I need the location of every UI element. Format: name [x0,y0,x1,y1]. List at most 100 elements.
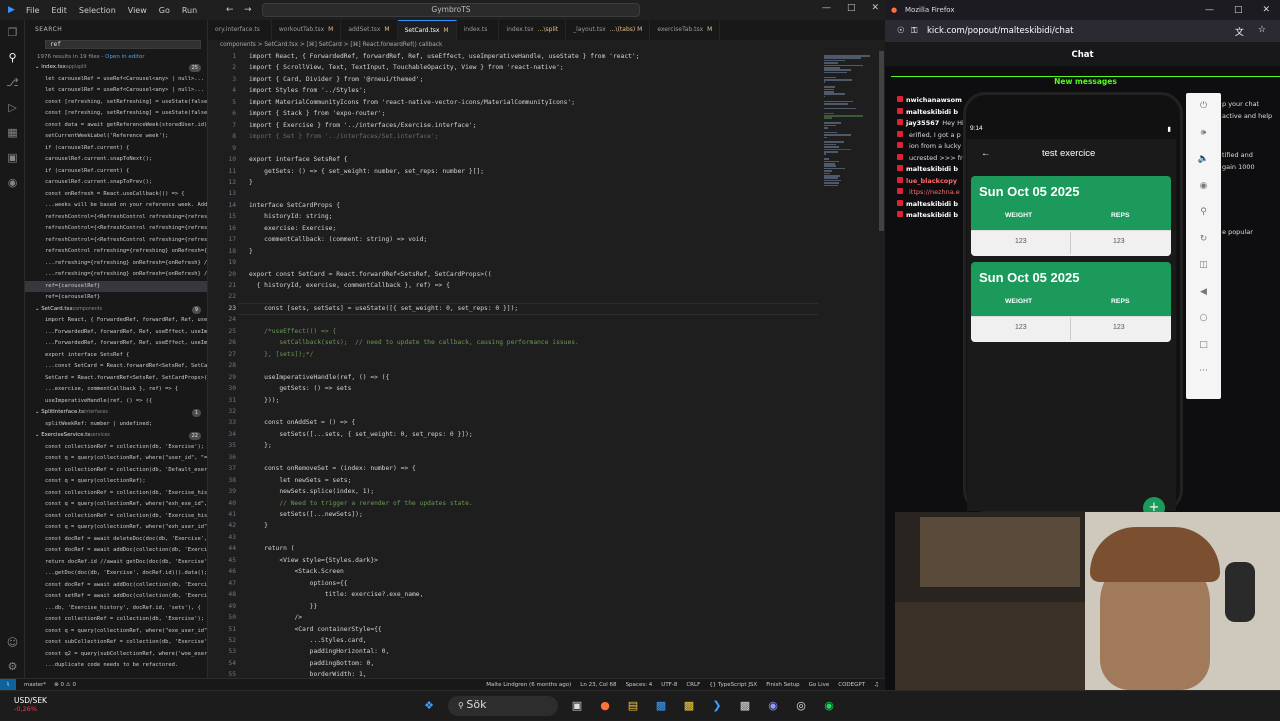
set-row[interactable] [971,316,1171,342]
result-match[interactable]: const q = query(collectionRef, where("us… [25,453,207,465]
code-line[interactable]: import React, { ForwardedRef, forwardRef… [249,53,639,60]
result-match[interactable]: const q2 = query(subCollectionRef, where… [25,649,207,661]
menu-item[interactable]: Go [159,6,170,15]
codegpt[interactable]: CODEGPT [838,682,865,688]
discord-icon[interactable]: ◉ [764,697,782,715]
result-match[interactable]: export interface SetsRef { [25,350,207,362]
problems-status[interactable]: ⊗ 0 ⚠ 0 [54,682,76,688]
result-match[interactable]: ...const SetCard = React.forwardRef<Sets… [25,361,207,373]
taskbar-search[interactable]: ⚲ Sök [448,696,558,716]
result-match[interactable]: ...ForwardedRef, forwardRef, Ref, useEff… [25,327,207,339]
set-card[interactable]: Sun Oct 05 2025WEIGHTREPS123123 [971,262,1171,342]
firefox-taskbar-icon[interactable]: ● [596,697,614,715]
chat-message[interactable]: erified, I got a p [897,131,961,139]
menu-item[interactable]: Run [182,6,197,15]
code-line[interactable]: getSets: () => { set_weight: number, set… [249,168,484,175]
url-bar[interactable]: ☉ ⚿ kick.com/popout/malteskibidi/chat 文☆ [885,20,1280,42]
result-match[interactable]: let carouselRef = useRef<Carousel<any> |… [25,85,207,97]
result-match[interactable]: ...weeks will be based on your reference… [25,200,207,212]
set-row[interactable] [971,230,1171,256]
spotify-icon[interactable]: ◉ [820,697,838,715]
code-line[interactable]: import Styles from '../Styles'; [249,87,367,94]
code-line[interactable]: /> [249,614,302,621]
code-line[interactable]: const onRemoveSet = (index: number) => { [249,465,416,472]
account-icon[interactable]: ☺ [0,630,25,655]
result-match[interactable]: const onRefresh = React.useCallback(() =… [25,189,207,201]
result-match[interactable]: refreshControl={<RefreshControl refreshi… [25,223,207,235]
result-match[interactable]: ref={carouselRef} [25,281,207,293]
back-arrow-icon[interactable]: ← [981,148,991,159]
result-match[interactable]: refreshControl refreshing={refreshing} o… [25,246,207,258]
result-match[interactable]: setCurrentWeekLabel('Reference week'); [25,131,207,143]
result-match[interactable]: const q = query(collectionRef, where("ex… [25,522,207,534]
code-line[interactable]: import MaterialCommunityIcons from 'reac… [249,99,575,106]
fold-icon[interactable]: ◫ [1186,252,1221,279]
code-line[interactable]: interface SetCardProps { [249,202,340,209]
result-match[interactable]: const docRef = await addDoc(collection(d… [25,580,207,592]
code-line[interactable]: import { Set } from '../interfaces/Set.i… [249,133,439,140]
git-blame[interactable]: Malte Lindgren (6 months ago) [486,682,571,688]
chat-message[interactable]: malteskibidi b [897,165,961,173]
chat-message[interactable]: ittps://nezhna.e [897,188,960,196]
result-match[interactable]: carouselRef.current.snapToNext(); [25,154,207,166]
result-match[interactable]: carouselRef.current.snapToPrev(); [25,177,207,189]
set-card[interactable]: Sun Oct 05 2025WEIGHTREPS123123 [971,176,1171,256]
result-match[interactable]: ...ForwardedRef, forwardRef, Ref, useEff… [25,338,207,350]
code-line[interactable]: // Need to trigger a rerender of the upd… [249,500,473,507]
result-match[interactable]: SetCard = React.forwardRef<SetsRef, SetC… [25,373,207,385]
bookmark-star-icon[interactable]: ☆ [1258,25,1266,38]
volume-down-icon[interactable]: 🔈 [1186,146,1221,173]
editor-tab[interactable]: SetCard.tsxM [398,20,457,40]
chat-message[interactable]: ucrested >>> fr [897,154,963,162]
close-icon[interactable]: ✕ [871,3,879,13]
result-match[interactable]: const data = await getReferenceWeek(stor… [25,120,207,132]
minimize-icon[interactable]: — [1205,0,1214,20]
code-line[interactable]: } [249,522,268,529]
command-center[interactable]: GymbroTS [262,3,640,17]
result-match[interactable]: ...refreshing={refreshing} onRefresh={on… [25,258,207,270]
code-line[interactable]: useImperativeHandle(ref, () => ({ [249,374,389,381]
result-match[interactable]: useImperativeHandle(ref, () => ({ [25,396,207,408]
home-nav-icon[interactable]: ○ [1186,305,1221,332]
sticky-notes-icon[interactable]: ▩ [680,697,698,715]
code-line[interactable]: }; [249,442,272,449]
stock-widget[interactable]: USD/SEK -0,26% [14,696,47,713]
search-input[interactable]: ref [45,40,201,49]
result-file[interactable]: ⌄ SetCard.tsxcomponents9 [25,304,207,316]
chat-username[interactable]: nwichanawsom [906,96,962,104]
translate-icon[interactable]: 文 [1235,25,1244,38]
chat-message[interactable]: jay35567Hey Hi [897,119,964,127]
result-match[interactable]: let carouselRef = useRef<Carousel<any> |… [25,74,207,86]
camera-icon[interactable]: ◉ [1186,173,1221,200]
source-control-icon[interactable]: ⎇ [0,70,25,95]
branch-status[interactable]: master* [24,682,46,688]
close-icon[interactable]: ✕ [1262,0,1270,20]
terminal-icon[interactable]: ▩ [736,697,754,715]
start-windows-icon[interactable]: ❖ [420,697,438,715]
file-explorer-icon[interactable]: ▤ [624,697,642,715]
volume-up-icon[interactable]: 🕪 [1186,120,1221,147]
line-endings[interactable]: CRLF [686,682,700,688]
result-match[interactable]: const q = query(collectionRef); [25,476,207,488]
shield-icon[interactable]: ☉ [897,26,905,36]
chat-username[interactable]: lue_blackcopy [906,177,957,185]
code-line[interactable]: paddingHorizontal: 0, [249,648,389,655]
notifications-bell-icon[interactable]: ♫ [874,682,879,688]
go-live[interactable]: Go Live [809,682,830,688]
code-line[interactable]: options={{ [249,580,348,587]
result-match[interactable]: ...exercise, commentCallback }, ref) => … [25,384,207,396]
result-match[interactable]: refreshControl={<RefreshControl refreshi… [25,235,207,247]
chat-username[interactable]: malteskibidi b [906,200,958,208]
chat-username[interactable]: malteskibidi b [906,211,958,219]
code-line[interactable]: } [249,248,253,255]
extensions-icon[interactable]: ▦ [0,120,25,145]
code-line[interactable]: setSets([...newSets]); [249,511,363,518]
photos-icon[interactable]: ▩ [652,697,670,715]
menu-item[interactable]: Edit [51,6,67,15]
scrollbar-thumb[interactable] [879,51,884,231]
editor-tab[interactable]: ory.interface.ts [208,20,272,40]
editor-tab[interactable]: addSet.tsxM [341,20,397,40]
result-match[interactable]: splitWeekRef: number | undefined; [25,419,207,431]
result-match[interactable]: const collectionRef = collection(db, 'De… [25,465,207,477]
code-line[interactable]: commentCallback: (comment: string) => vo… [249,236,427,243]
